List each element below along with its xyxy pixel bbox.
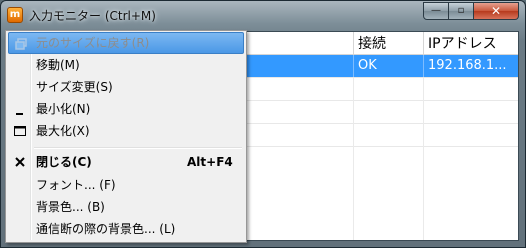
- menu-item-label: 移動(M): [36, 58, 80, 72]
- menu-item-label: 通信断の際の背景色... (L): [36, 222, 176, 236]
- menu-item-label: 最小化(N): [36, 102, 91, 116]
- window-title: 入力モニター (Ctrl+M): [29, 9, 156, 23]
- minimize-button[interactable]: —: [423, 2, 449, 20]
- menu-separator: [34, 147, 242, 149]
- menu-item-minimize[interactable]: 最小化(N): [8, 98, 244, 120]
- column-header-ip[interactable]: IPアドレス: [423, 32, 520, 54]
- system-menu: 元のサイズに戻す(R) 移動(M) サイズ変更(S) 最小化(N) 最大化(X)…: [5, 30, 247, 243]
- maximize-icon: [14, 126, 26, 136]
- grid-line: [423, 78, 424, 240]
- menu-item-label: フォント... (F): [36, 178, 116, 192]
- menu-item-maximize[interactable]: 最大化(X): [8, 120, 244, 142]
- menu-item-label: 閉じる(C): [36, 155, 92, 169]
- close-button[interactable]: ✕: [474, 2, 519, 20]
- title-bar[interactable]: m 入力モニター (Ctrl+M) — ▫ ✕: [1, 1, 525, 29]
- minimize-icon: [16, 113, 23, 115]
- column-header-connection[interactable]: 接続: [353, 32, 423, 54]
- menu-item-label: 元のサイズに戻す(R): [36, 36, 150, 50]
- menu-item-label: サイズ変更(S): [36, 80, 113, 94]
- menu-item-close[interactable]: 閉じる(C) Alt+F4: [8, 151, 244, 173]
- menu-item-disconnect-background-color[interactable]: 通信断の際の背景色... (L): [8, 218, 244, 240]
- menu-item-font[interactable]: フォント... (F): [8, 174, 244, 196]
- menu-item-move[interactable]: 移動(M): [8, 54, 244, 76]
- cell-ip: 192.168.1...: [423, 55, 520, 77]
- menu-item-background-color[interactable]: 背景色... (B): [8, 196, 244, 218]
- app-icon[interactable]: m: [7, 7, 23, 23]
- cell-connection: OK: [353, 55, 423, 77]
- menu-item-restore[interactable]: 元のサイズに戻す(R): [8, 32, 244, 54]
- grid-line: [353, 78, 354, 240]
- menu-item-accelerator: Alt+F4: [187, 155, 233, 169]
- maximize-button[interactable]: ▫: [449, 2, 474, 20]
- menu-item-label: 最大化(X): [36, 124, 90, 138]
- caption-buttons: — ▫ ✕: [423, 2, 519, 21]
- menu-item-label: 背景色... (B): [36, 200, 105, 214]
- restore-icon: [15, 38, 27, 50]
- menu-item-size[interactable]: サイズ変更(S): [8, 76, 244, 98]
- close-icon: [15, 157, 25, 167]
